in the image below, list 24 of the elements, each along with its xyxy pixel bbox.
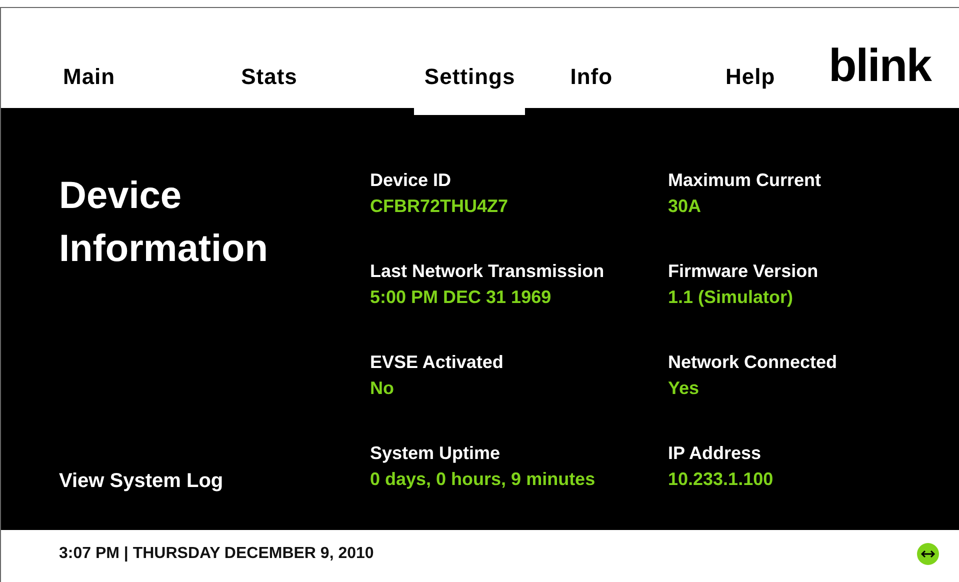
nav-tab[interactable]: Main — [53, 64, 126, 108]
field-value: 10.233.1.100 — [668, 469, 774, 490]
nav-tab[interactable]: Info — [560, 64, 623, 108]
nav-tab[interactable]: Stats — [231, 64, 308, 108]
field-value: 5:00 PM DEC 31 1969 — [370, 287, 552, 308]
field-value: 30A — [668, 196, 702, 217]
field-label: Maximum Current — [668, 170, 822, 191]
field-label: IP Address — [668, 443, 762, 464]
field-label: Firmware Version — [668, 261, 820, 282]
field-label: System Uptime — [370, 443, 502, 464]
nav-tab[interactable]: Help — [716, 64, 786, 108]
field-label: Network Connected — [668, 352, 838, 373]
view-log-button[interactable]: View System Log — [59, 468, 370, 495]
field-label: Last Network Transmission — [370, 261, 606, 282]
field-label: EVSE Activated — [370, 352, 504, 373]
blink-logo: blink — [828, 42, 931, 93]
field-value: Yes — [668, 378, 700, 399]
field-value: 1.1 (Simulator) — [668, 287, 794, 308]
field-value: CFBR72THU4Z7 — [370, 196, 510, 217]
field-value: No — [370, 378, 395, 399]
field-label: Device ID — [370, 170, 452, 191]
date-time: 3:07 PM | THURSDAY DECEMBER 9, 2010 — [59, 545, 374, 563]
field-value: 0 days, 0 hours, 9 minutes — [370, 469, 596, 490]
page-title: Device Information — [59, 174, 269, 272]
